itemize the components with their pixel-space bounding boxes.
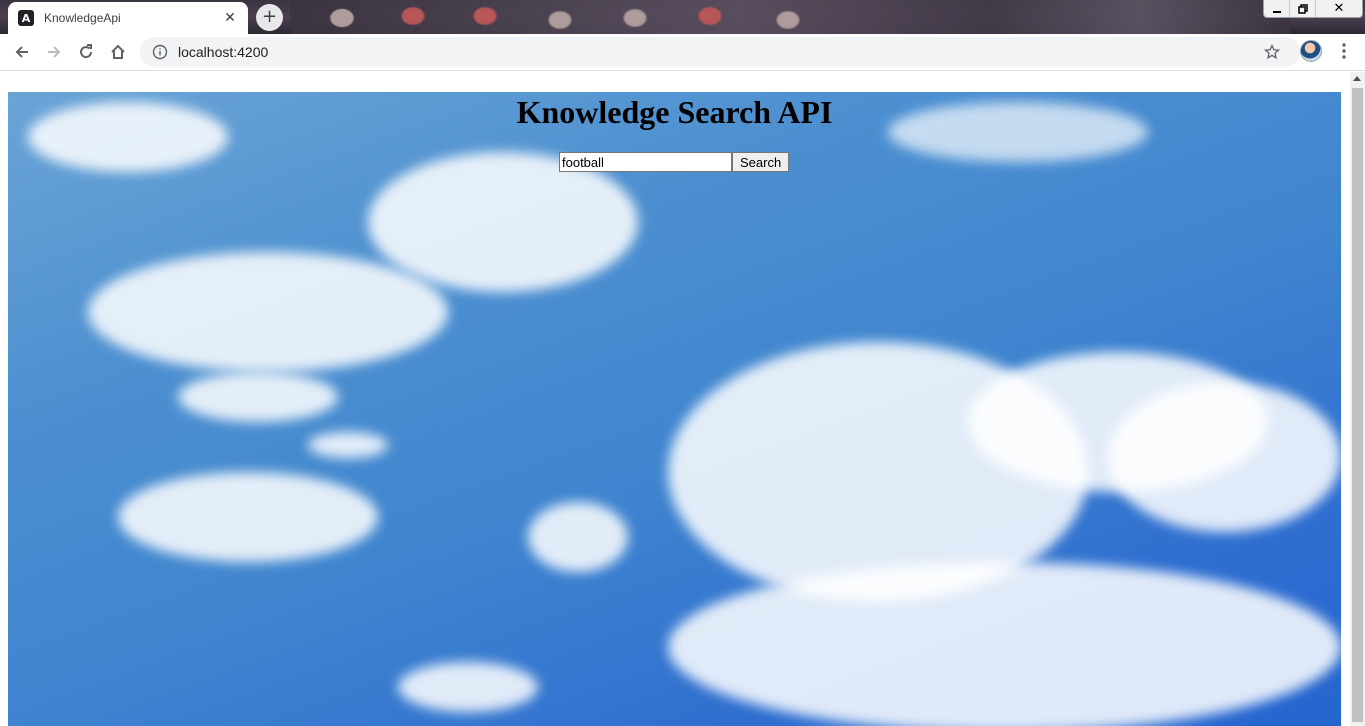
search-input[interactable] (559, 152, 732, 172)
window-controls: ✕ (1263, 0, 1363, 18)
search-button[interactable]: Search (732, 152, 790, 172)
url-text: localhost:4200 (178, 44, 269, 60)
cloud (398, 662, 538, 712)
browser-tab[interactable]: A KnowledgeApi ✕ (8, 2, 248, 34)
info-icon[interactable] (152, 44, 168, 60)
scroll-up-arrow-icon[interactable] (1353, 76, 1361, 81)
restore-icon[interactable] (1290, 0, 1316, 17)
browser-toolbar: localhost:4200 (0, 34, 1365, 71)
reload-icon[interactable] (70, 36, 102, 68)
cloud (178, 372, 338, 422)
scrollbar-thumb[interactable] (1352, 88, 1363, 722)
angular-logo-icon: A (18, 10, 34, 26)
home-icon[interactable] (102, 36, 134, 68)
address-bar[interactable]: localhost:4200 (140, 37, 1300, 67)
menu-dots-icon[interactable] (1334, 41, 1354, 61)
close-tab-icon[interactable]: ✕ (222, 10, 238, 26)
bookmark-star-icon[interactable] (1264, 44, 1280, 60)
forward-arrow-icon[interactable] (38, 36, 70, 68)
profile-avatar[interactable] (1300, 40, 1322, 62)
tab-title: KnowledgeApi (44, 11, 121, 25)
back-arrow-icon[interactable] (6, 36, 38, 68)
page-title: Knowledge Search API (516, 94, 833, 130)
page-viewport: Knowledge Search API Search (0, 72, 1365, 726)
close-window-icon[interactable]: ✕ (1316, 0, 1362, 17)
cloud (528, 502, 628, 572)
new-tab-button[interactable]: + (256, 4, 283, 31)
cloud (1108, 382, 1341, 532)
tab-strip: A KnowledgeApi ✕ + ✕ (0, 0, 1365, 34)
minimize-icon[interactable] (1264, 0, 1290, 17)
cloud (308, 432, 388, 458)
cloud (668, 562, 1341, 726)
tabstrip-background (290, 0, 1290, 34)
sky-background: Knowledge Search API Search (8, 92, 1341, 726)
search-form: Search (559, 152, 790, 172)
cloud (118, 472, 378, 562)
cloud (368, 152, 638, 292)
vertical-scrollbar[interactable] (1350, 72, 1365, 726)
cloud (88, 252, 448, 372)
